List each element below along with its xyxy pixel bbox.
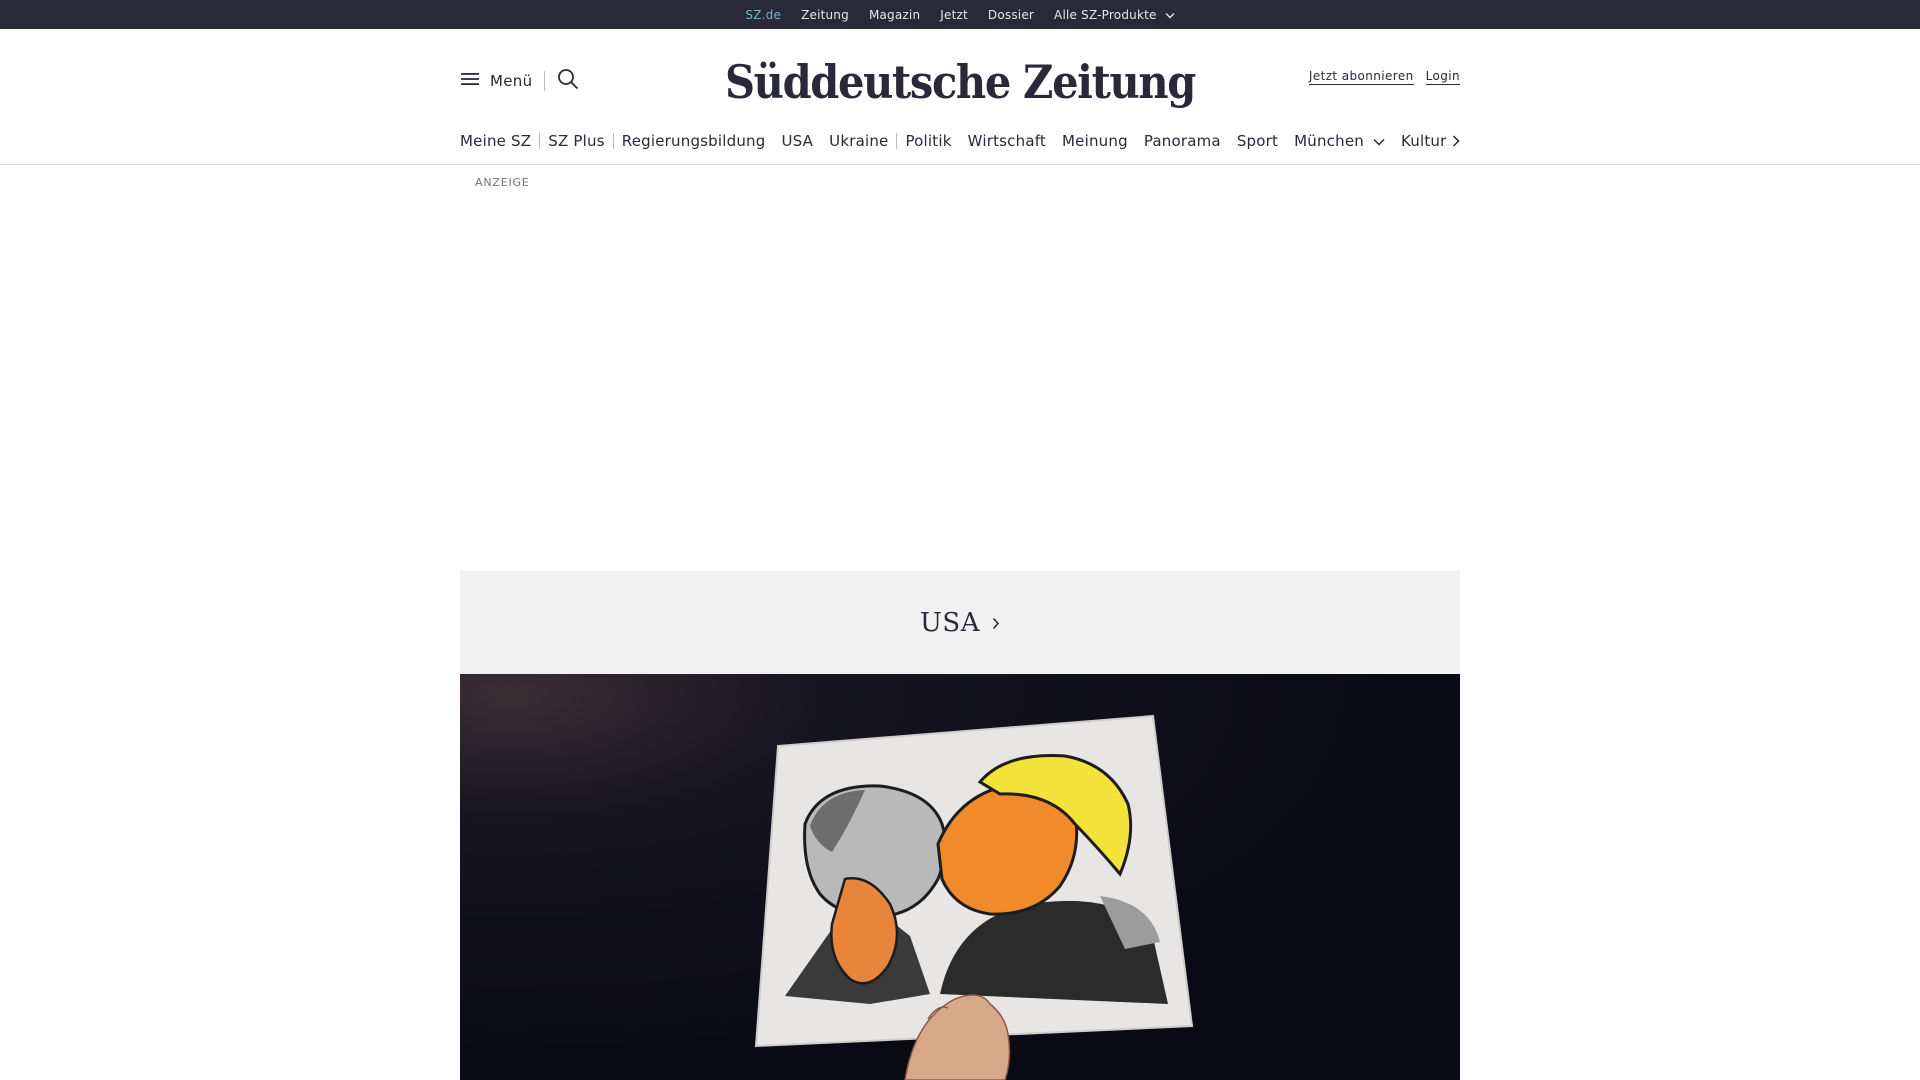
nav-item-muenchen-label: München — [1294, 132, 1364, 150]
subscribe-link[interactable]: Jetzt abonnieren — [1308, 69, 1414, 85]
nav-item-sport[interactable]: Sport — [1229, 132, 1286, 150]
divider — [544, 71, 546, 91]
header-tools: Menü — [460, 69, 579, 93]
nav-item-meinung[interactable]: Meinung — [1054, 132, 1136, 150]
ad-label: ANZEIGE — [475, 176, 530, 189]
chevron-right-icon — [992, 615, 1000, 634]
site-header: Menü Süddeutsche Zeitung Jetzt abonniere… — [0, 29, 1920, 165]
login-link[interactable]: Login — [1425, 69, 1460, 85]
nav-item-usa[interactable]: USA — [774, 132, 822, 150]
logo-text: Süddeutsche Zeitung — [725, 55, 1196, 109]
section-title: USA — [920, 607, 980, 638]
nav-item-ukraine[interactable]: Ukraine — [821, 132, 896, 150]
menu-label: Menü — [490, 72, 533, 90]
chevron-right-icon — [1452, 132, 1460, 151]
account-links: Jetzt abonnieren Login — [1308, 69, 1460, 85]
nav-scroll-right-button[interactable] — [1448, 132, 1464, 150]
nav-item-politik[interactable]: Politik — [897, 132, 959, 150]
nav-item-muenchen[interactable]: München — [1286, 132, 1393, 150]
section-banner-usa[interactable]: USA — [460, 571, 1460, 674]
chevron-down-icon — [1165, 1, 1175, 29]
nav-item-sz-plus[interactable]: SZ Plus — [540, 132, 613, 150]
product-link-magazin[interactable]: Magazin — [859, 0, 930, 29]
all-products-label: Alle SZ-Produkte — [1054, 7, 1157, 22]
main-navigation: Meine SZ SZ Plus Regierungsbildung USA U… — [460, 129, 1460, 153]
menu-button[interactable]: Menü — [460, 71, 532, 91]
hamburger-icon — [460, 71, 480, 91]
search-icon — [557, 68, 579, 94]
product-bar: SZ.de Zeitung Magazin Jetzt Dossier Alle… — [0, 0, 1920, 29]
search-button[interactable] — [557, 68, 579, 94]
chevron-down-icon — [1373, 132, 1385, 150]
nav-item-meine-sz[interactable]: Meine SZ — [460, 132, 539, 150]
nav-item-kultur[interactable]: Kultur — [1393, 132, 1455, 150]
hero-image[interactable] — [460, 674, 1460, 1080]
nav-item-wirtschaft[interactable]: Wirtschaft — [960, 132, 1054, 150]
product-link-all-products[interactable]: Alle SZ-Produkte — [1044, 0, 1185, 29]
nav-item-panorama[interactable]: Panorama — [1136, 132, 1229, 150]
product-link-jetzt[interactable]: Jetzt — [930, 0, 978, 29]
product-link-zeitung[interactable]: Zeitung — [791, 0, 859, 29]
site-logo[interactable]: Süddeutsche Zeitung — [722, 46, 1198, 118]
product-link-sz-de[interactable]: SZ.de — [735, 0, 791, 29]
nav-item-regierungsbildung[interactable]: Regierungsbildung — [614, 132, 774, 150]
product-link-dossier[interactable]: Dossier — [978, 0, 1044, 29]
